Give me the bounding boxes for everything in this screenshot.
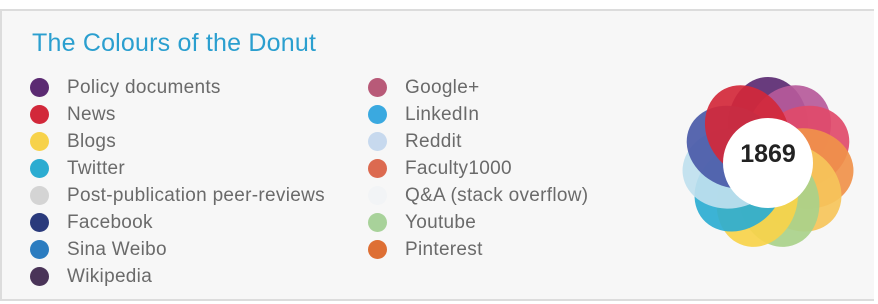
legend-item-news: News [30,101,325,128]
legend-label: Blogs [67,130,117,152]
legend-item-peer-reviews: Post-publication peer-reviews [30,182,325,209]
legend-item-faculty1000: Faculty1000 [368,155,588,182]
legend-label: Facebook [67,211,153,233]
legend-item-reddit: Reddit [368,128,588,155]
legend-label: Youtube [405,211,477,233]
legend-label: Post-publication peer-reviews [67,184,325,206]
legend-label: News [67,103,116,125]
legend-label: Policy documents [67,76,221,98]
twitter-swatch [30,159,49,178]
legend-item-twitter: Twitter [30,155,325,182]
google-plus-swatch [368,78,387,97]
legend-item-linkedin: LinkedIn [368,101,588,128]
panel-title: The Colours of the Donut [32,29,317,57]
legend-item-wikipedia: Wikipedia [30,263,325,290]
pinterest-swatch [368,240,387,259]
faculty1000-swatch [368,159,387,178]
blogs-swatch [30,132,49,151]
legend-label: Sina Weibo [67,238,167,260]
legend-item-google-plus: Google+ [368,74,588,101]
legend-item-blogs: Blogs [30,128,325,155]
facebook-swatch [30,213,49,232]
news-swatch [30,105,49,124]
legend-item-sina-weibo: Sina Weibo [30,236,325,263]
legend-item-youtube: Youtube [368,209,588,236]
legend-label: Q&A (stack overflow) [405,184,589,206]
legend-item-qa-stack-overflow: Q&A (stack overflow) [368,182,588,209]
legend-label: Faculty1000 [405,157,512,179]
sina-weibo-swatch [30,240,49,259]
reddit-swatch [368,132,387,151]
legend-item-policy-documents: Policy documents [30,74,325,101]
legend-item-pinterest: Pinterest [368,236,588,263]
legend-column-right: Google+ LinkedIn Reddit Faculty1000 Q&A … [368,74,588,263]
linkedin-swatch [368,105,387,124]
policy-documents-swatch [30,78,49,97]
legend-label: Google+ [405,76,480,98]
legend-label: Wikipedia [67,265,153,287]
legend-label: Pinterest [405,238,483,260]
peer-reviews-swatch [30,186,49,205]
legend-column-left: Policy documents News Blogs Twitter Post… [30,74,325,290]
legend-label: Twitter [67,157,126,179]
legend-label: Reddit [405,130,462,152]
legend-item-facebook: Facebook [30,209,325,236]
qa-swatch [368,186,387,205]
wikipedia-swatch [30,267,49,286]
legend-label: LinkedIn [405,103,480,125]
attention-score: 1869 [740,140,796,168]
youtube-swatch [368,213,387,232]
